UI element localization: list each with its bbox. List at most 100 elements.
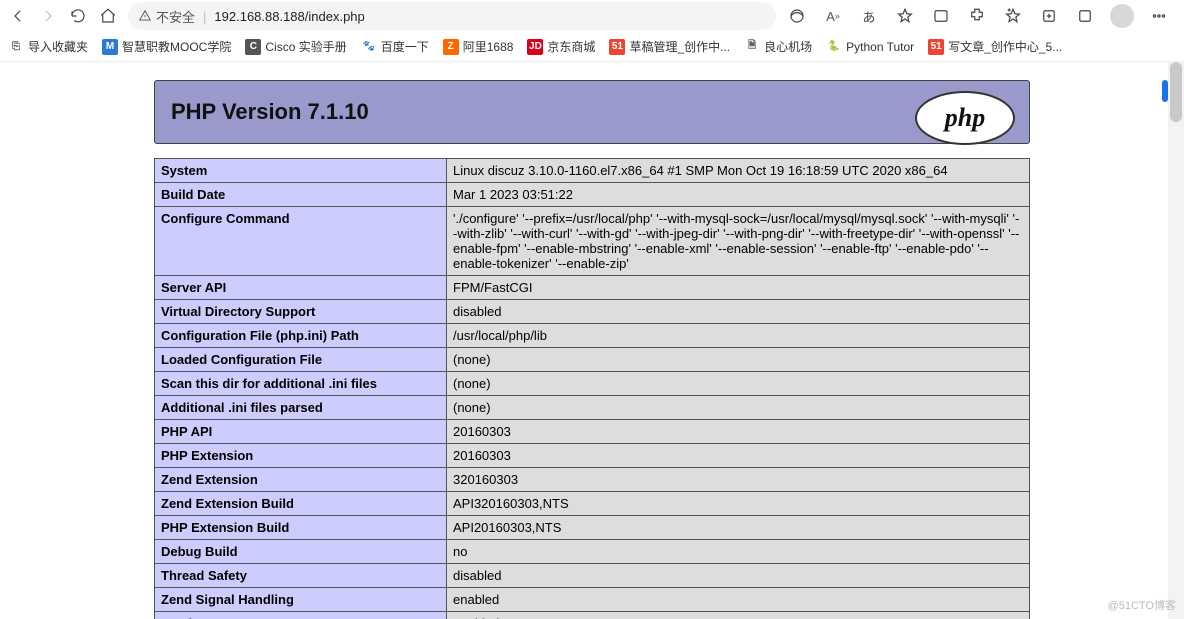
table-row: Scan this dir for additional .ini files(…: [155, 372, 1030, 396]
table-row: PHP Extension20160303: [155, 444, 1030, 468]
row-value: (none): [447, 372, 1030, 396]
row-value: enabled: [447, 588, 1030, 612]
row-value: no: [447, 540, 1030, 564]
favorite-8[interactable]: 🐍Python Tutor: [826, 39, 914, 55]
favorite-5[interactable]: JD京东商城: [527, 38, 595, 55]
row-key: Zend Memory Manager: [155, 612, 447, 619]
table-row: Zend Memory Managerenabled: [155, 612, 1030, 619]
favorite-label: 写文章_创作中心_5...: [948, 38, 1062, 55]
toolbar-right: A» あ: [786, 4, 1176, 28]
php-logo: php: [915, 91, 1015, 145]
table-row: Zend Extension320160303: [155, 468, 1030, 492]
vertical-scrollbar[interactable]: [1168, 62, 1184, 619]
favorite-7[interactable]: 🗎良心机场: [744, 38, 812, 55]
table-row: Zend Extension BuildAPI320160303,NTS: [155, 492, 1030, 516]
favorite-label: 良心机场: [764, 38, 812, 55]
table-row: SystemLinux discuz 3.10.0-1160.el7.x86_6…: [155, 159, 1030, 183]
row-key: Configuration File (php.ini) Path: [155, 324, 447, 348]
favorite-icon: 🐾: [361, 39, 377, 55]
favorites-bar: ⎘导入收藏夹 M智慧职教MOOC学院 CCisco 实验手册 🐾百度一下 Z阿里1688…: [0, 32, 1184, 62]
forward-button[interactable]: [38, 6, 58, 26]
table-row: PHP API20160303: [155, 420, 1030, 444]
row-key: Zend Extension Build: [155, 492, 447, 516]
extensions-icon[interactable]: [966, 5, 988, 27]
address-url: 192.168.88.188/index.php: [214, 9, 364, 24]
row-key: Debug Build: [155, 540, 447, 564]
more-icon[interactable]: [1148, 5, 1170, 27]
row-value: API20160303,NTS: [447, 516, 1030, 540]
address-separator: |: [203, 9, 206, 24]
favorites-icon[interactable]: [1002, 5, 1024, 27]
favorite-label: 阿里1688: [463, 38, 514, 55]
phpinfo-header: PHP Version 7.1.10 php: [154, 80, 1030, 144]
row-value: /usr/local/php/lib: [447, 324, 1030, 348]
row-key: PHP Extension: [155, 444, 447, 468]
text-size-icon[interactable]: A»: [822, 5, 844, 27]
site-security-label: 不安全: [156, 7, 195, 26]
favorite-3[interactable]: 🐾百度一下: [361, 38, 429, 55]
row-key: PHP API: [155, 420, 447, 444]
row-key: Thread Safety: [155, 564, 447, 588]
favorite-label: 草稿管理_创作中...: [629, 38, 730, 55]
table-row: Loaded Configuration File(none): [155, 348, 1030, 372]
favorite-6[interactable]: 51草稿管理_创作中...: [609, 38, 730, 55]
favorite-0[interactable]: ⎘导入收藏夹: [8, 38, 88, 55]
home-button[interactable]: [98, 6, 118, 26]
row-key: Build Date: [155, 183, 447, 207]
news-icon[interactable]: [930, 5, 952, 27]
favorite-label: 导入收藏夹: [28, 38, 88, 55]
row-key: Zend Extension: [155, 468, 447, 492]
favorite-icon: Z: [443, 39, 459, 55]
page-title: PHP Version 7.1.10: [171, 99, 1013, 125]
row-value: API320160303,NTS: [447, 492, 1030, 516]
favorite-icon: 51: [609, 39, 625, 55]
row-value: (none): [447, 348, 1030, 372]
favorite-1[interactable]: M智慧职教MOOC学院: [102, 38, 231, 55]
row-value: disabled: [447, 300, 1030, 324]
row-value: (none): [447, 396, 1030, 420]
favorite-label: 百度一下: [381, 38, 429, 55]
row-key: Loaded Configuration File: [155, 348, 447, 372]
row-key: Configure Command: [155, 207, 447, 276]
row-key: Zend Signal Handling: [155, 588, 447, 612]
row-key: Virtual Directory Support: [155, 300, 447, 324]
favorite-label: 京东商城: [547, 38, 595, 55]
phpinfo-table: SystemLinux discuz 3.10.0-1160.el7.x86_6…: [154, 158, 1030, 619]
row-key: System: [155, 159, 447, 183]
row-key: Additional .ini files parsed: [155, 396, 447, 420]
row-value: FPM/FastCGI: [447, 276, 1030, 300]
row-value: Linux discuz 3.10.0-1160.el7.x86_64 #1 S…: [447, 159, 1030, 183]
table-row: Debug Buildno: [155, 540, 1030, 564]
favorite-icon: M: [102, 39, 118, 55]
table-row: Configuration File (php.ini) Path/usr/lo…: [155, 324, 1030, 348]
browser-toolbar: 不安全 | 192.168.88.188/index.php A» あ: [0, 0, 1184, 32]
profile-avatar[interactable]: [1110, 4, 1134, 28]
reader-icon[interactable]: あ: [858, 5, 880, 27]
page-viewport: PHP Version 7.1.10 php SystemLinux discu…: [0, 62, 1184, 619]
row-value: 320160303: [447, 468, 1030, 492]
table-row: Configure Command'./configure' '--prefix…: [155, 207, 1030, 276]
table-row: Zend Signal Handlingenabled: [155, 588, 1030, 612]
refresh-button[interactable]: [68, 6, 88, 26]
table-row: PHP Extension BuildAPI20160303,NTS: [155, 516, 1030, 540]
collections-icon[interactable]: [1038, 5, 1060, 27]
row-value: 20160303: [447, 420, 1030, 444]
side-widget-handle[interactable]: [1162, 80, 1168, 102]
favorite-9[interactable]: 51写文章_创作中心_5...: [928, 38, 1062, 55]
favorite-icon: ⎘: [8, 39, 24, 55]
favorite-4[interactable]: Z阿里1688: [443, 38, 514, 55]
favorites-star-icon[interactable]: [894, 5, 916, 27]
row-key: PHP Extension Build: [155, 516, 447, 540]
scrollbar-thumb[interactable]: [1170, 62, 1182, 122]
favorite-2[interactable]: CCisco 实验手册: [245, 38, 346, 55]
favorite-icon: JD: [527, 39, 543, 55]
app-icon[interactable]: [1074, 5, 1096, 27]
row-value: enabled: [447, 612, 1030, 619]
table-row: Thread Safetydisabled: [155, 564, 1030, 588]
ie-mode-icon[interactable]: [786, 5, 808, 27]
back-button[interactable]: [8, 6, 28, 26]
address-bar[interactable]: 不安全 | 192.168.88.188/index.php: [128, 2, 776, 30]
row-value: disabled: [447, 564, 1030, 588]
site-security-indicator[interactable]: 不安全: [138, 7, 195, 26]
table-row: Server APIFPM/FastCGI: [155, 276, 1030, 300]
